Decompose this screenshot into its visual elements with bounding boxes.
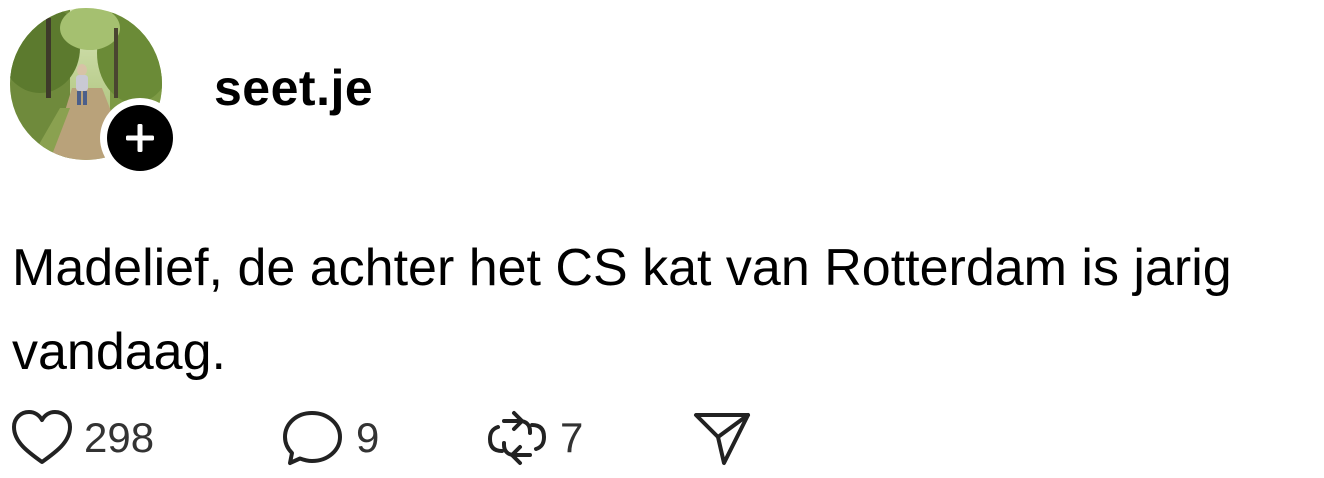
heart-icon bbox=[12, 410, 72, 464]
reply-button[interactable]: 9 bbox=[282, 406, 379, 470]
repost-icon bbox=[487, 411, 547, 465]
paper-plane-icon bbox=[694, 413, 750, 465]
action-bar: 298 9 7 bbox=[10, 406, 790, 470]
speech-bubble-icon bbox=[283, 411, 342, 465]
author-username[interactable]: seet.je bbox=[214, 58, 373, 118]
plus-icon bbox=[126, 124, 154, 152]
reply-count: 9 bbox=[356, 414, 380, 461]
follow-button[interactable] bbox=[100, 98, 180, 178]
share-button[interactable] bbox=[690, 406, 754, 470]
like-count: 298 bbox=[84, 414, 155, 461]
repost-count: 7 bbox=[560, 414, 584, 461]
repost-button[interactable]: 7 bbox=[484, 406, 583, 470]
follow-badge-circle bbox=[107, 105, 173, 171]
like-button[interactable]: 298 bbox=[10, 406, 154, 470]
author-avatar-link[interactable] bbox=[10, 8, 180, 178]
post-card: seet.je Madelief, de achter het CS kat v… bbox=[0, 0, 1324, 478]
post-text: Madelief, de achter het CS kat van Rotte… bbox=[12, 239, 1232, 381]
